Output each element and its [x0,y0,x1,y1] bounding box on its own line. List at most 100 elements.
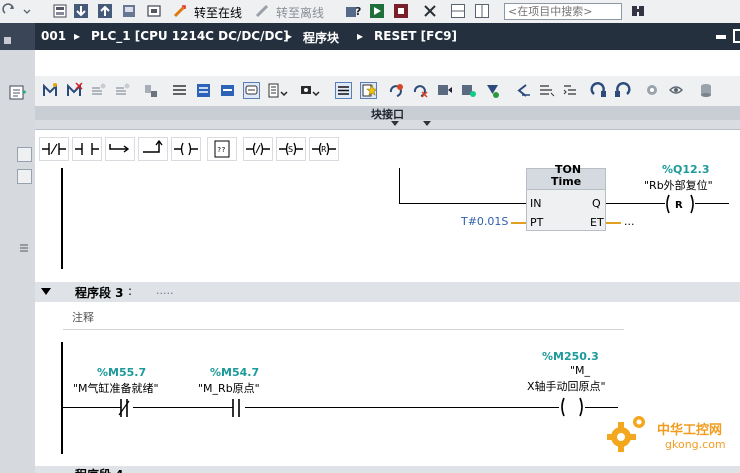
simulation-icon[interactable] [121,3,137,19]
insert-network-icon[interactable] [42,82,59,99]
block-interface-label[interactable]: 块接口 [35,106,740,121]
output-coil-button[interactable] [171,137,201,161]
ton-time-label: Time [551,175,582,188]
compile-icon[interactable] [52,3,68,19]
breadcrumb-plc[interactable]: PLC_1 [CPU 1214C DC/DC/DC] [91,29,289,43]
download-icon[interactable] [73,3,89,19]
coil-operand-name[interactable]: "Rb外部复位" [644,177,713,193]
add-row-icon[interactable] [114,82,131,99]
close-branch-button[interactable] [138,137,168,161]
gkong-watermark-logo: 中华工控网 gkong.com [606,410,740,460]
search-go-icon[interactable] [630,3,646,19]
coil-operand-address[interactable]: %Q12.3 [662,163,710,176]
diagnostics-icon[interactable]: ? [345,3,361,19]
breadcrumb-program-blocks[interactable]: 程序块 [303,29,339,46]
redo-icon[interactable] [2,3,18,19]
svg-text:??: ?? [217,146,225,154]
network-3-header[interactable] [35,282,740,302]
reset-coil[interactable]: R [665,194,695,214]
network-3-comment-field[interactable] [63,303,624,330]
coil-3-name-line1[interactable]: "M_ [570,364,590,377]
output-coil[interactable] [559,397,585,417]
set-coil-button[interactable]: S [276,137,306,161]
split-horizontal-icon[interactable] [450,3,466,19]
normally-open-contact[interactable] [227,398,245,418]
absolute-operands-icon[interactable] [171,82,188,99]
restore-icon[interactable] [733,29,740,43]
go-to-next-error-icon[interactable] [538,82,555,99]
networks-open-icon[interactable] [195,82,212,99]
network-3-comment-label[interactable]: 注释 [72,309,94,325]
reset-coil-button[interactable]: R [309,137,339,161]
favorites-icon[interactable] [267,82,289,99]
ton-pin-pt: PT [530,216,544,229]
go-online-icon[interactable] [172,3,188,19]
et-operand[interactable]: ... [624,215,635,228]
compare-icon[interactable] [142,82,159,99]
go-offline-button[interactable]: 转至离线 [276,4,324,21]
pt-constant[interactable]: T#0.01S [461,215,508,228]
monitor-reset-icon[interactable] [460,82,477,99]
contact-1-name[interactable]: "M气缸准备就绪" [73,380,159,396]
network-3-name-input[interactable]: ..... [156,284,173,297]
breakpoint-clear-icon[interactable] [412,82,429,99]
grip-icon[interactable] [18,241,30,255]
monitor-icon[interactable] [436,82,453,99]
favorite-star-icon[interactable] [360,82,378,99]
contact-1-address[interactable]: %M55.7 [97,366,146,379]
coil-3-address[interactable]: %M250.3 [542,350,599,363]
empty-box-button[interactable]: ?? [207,137,237,161]
minimize-icon[interactable] [716,35,726,39]
contact-2-name[interactable]: "M_Rb原点" [198,380,260,396]
collapse-network-icon[interactable] [41,288,51,295]
block-interface-handle[interactable] [35,120,740,130]
normally-closed-contact-button[interactable] [39,137,69,161]
go-online-button[interactable]: 转至在线 [194,4,242,21]
go-offline-icon[interactable] [254,3,270,19]
ton-pin-et: ET [590,216,604,229]
open-called-block-icon[interactable] [614,82,631,99]
insert-row-icon[interactable] [90,82,107,99]
svg-text:R: R [321,145,327,154]
svg-text:?: ? [355,5,361,18]
database-icon[interactable] [698,82,715,99]
negated-coil-button[interactable] [243,137,273,161]
network-3-colon: : [128,284,133,298]
stop-cpu-icon[interactable] [393,3,409,19]
ladder-wire [585,407,618,408]
collapse-icon[interactable] [4,33,11,44]
dropdown-arrow-icon[interactable] [22,3,32,19]
split-vertical-icon[interactable] [474,3,490,19]
ton-pin-in: IN [530,197,542,210]
add-block-icon[interactable] [9,84,27,101]
breadcrumb-block[interactable]: RESET [FC9] [374,29,457,43]
operand-display-icon[interactable] [299,82,321,99]
ton-pin-q: Q [592,197,601,210]
indent-icon[interactable] [562,82,579,99]
block-properties-icon[interactable] [644,82,661,99]
go-to-previous-error-icon[interactable] [514,82,531,99]
delete-network-icon[interactable] [66,82,83,99]
comments-toggle-icon[interactable] [243,82,260,99]
normally-closed-contact[interactable] [115,398,133,418]
call-environment-icon[interactable] [590,82,607,99]
svg-text:S: S [288,145,293,154]
breakpoint-set-icon[interactable] [388,82,405,99]
download-changes-icon[interactable] [484,82,501,99]
project-search-input[interactable] [504,3,622,20]
scroll-down-icon[interactable] [17,169,32,184]
contact-2-address[interactable]: %M54.7 [210,366,259,379]
breadcrumb-project[interactable]: 001 [41,29,66,43]
upload-icon[interactable] [97,3,113,19]
monitor-on-off-icon[interactable] [668,82,685,99]
start-cpu-icon[interactable] [369,3,385,19]
network-4-header[interactable] [35,466,740,473]
close-icon[interactable] [422,3,438,19]
scroll-up-icon[interactable] [17,147,32,162]
networks-close-icon[interactable] [219,82,236,99]
device-icon[interactable] [146,3,162,19]
coil-3-name-line2[interactable]: X轴手动回原点" [527,378,606,394]
list-view-icon[interactable] [335,82,352,99]
open-branch-button[interactable] [105,137,135,161]
normally-open-contact-button[interactable] [72,137,102,161]
